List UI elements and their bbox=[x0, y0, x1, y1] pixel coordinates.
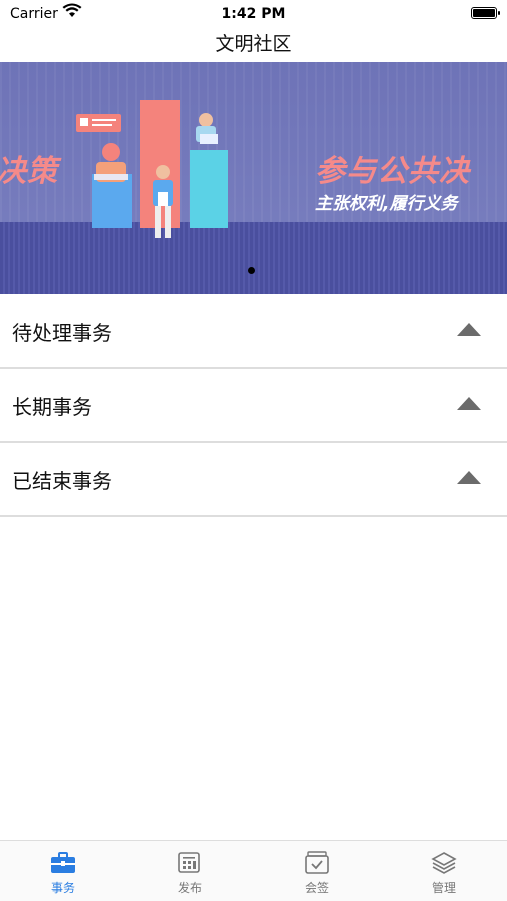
page-title: 文明社区 bbox=[215, 33, 292, 55]
countersign-icon bbox=[305, 851, 329, 874]
tab-countersign[interactable]: 会签 bbox=[254, 841, 380, 901]
tab-affairs[interactable]: 事务 bbox=[0, 841, 126, 901]
banner-headline: 参与公共决 bbox=[315, 154, 470, 189]
banner-subtitle: 主张权利,履行义务 bbox=[315, 194, 458, 214]
tab-label: 发布 bbox=[177, 881, 202, 895]
publish-icon bbox=[178, 852, 200, 873]
section-label: 已结束事务 bbox=[12, 469, 112, 493]
navigation-bar: 文明社区 bbox=[0, 28, 507, 62]
section-finished[interactable]: 已结束事务 bbox=[0, 443, 507, 517]
tab-label: 会签 bbox=[304, 881, 329, 895]
clock: 1:42 PM bbox=[221, 6, 286, 22]
layers-icon bbox=[431, 852, 457, 874]
tab-publish[interactable]: 发布 bbox=[127, 841, 253, 901]
status-bar: Carrier 1:42 PM bbox=[0, 0, 507, 28]
tab-bar: 事务 发布 会签 管理 bbox=[0, 840, 507, 901]
tab-label: 管理 bbox=[431, 881, 456, 895]
tab-label: 事务 bbox=[50, 881, 75, 895]
section-label: 待处理事务 bbox=[12, 321, 112, 345]
banner-carousel[interactable]: 决策 参与公共决 主张权利,履行义务 bbox=[0, 62, 507, 294]
banner-left-text: 决策 bbox=[0, 154, 58, 189]
collapse-arrow-icon[interactable] bbox=[457, 397, 481, 410]
carousel-page-indicator[interactable] bbox=[248, 267, 255, 274]
collapse-arrow-icon[interactable] bbox=[457, 323, 481, 336]
section-label: 长期事务 bbox=[12, 395, 92, 419]
briefcase-icon bbox=[51, 852, 75, 873]
tab-manage[interactable]: 管理 bbox=[381, 841, 507, 901]
section-pending[interactable]: 待处理事务 bbox=[0, 295, 507, 369]
collapse-arrow-icon[interactable] bbox=[457, 471, 481, 484]
battery-icon bbox=[471, 7, 500, 19]
section-list: 待处理事务 长期事务 已结束事务 bbox=[0, 295, 507, 517]
section-long-term[interactable]: 长期事务 bbox=[0, 369, 507, 443]
